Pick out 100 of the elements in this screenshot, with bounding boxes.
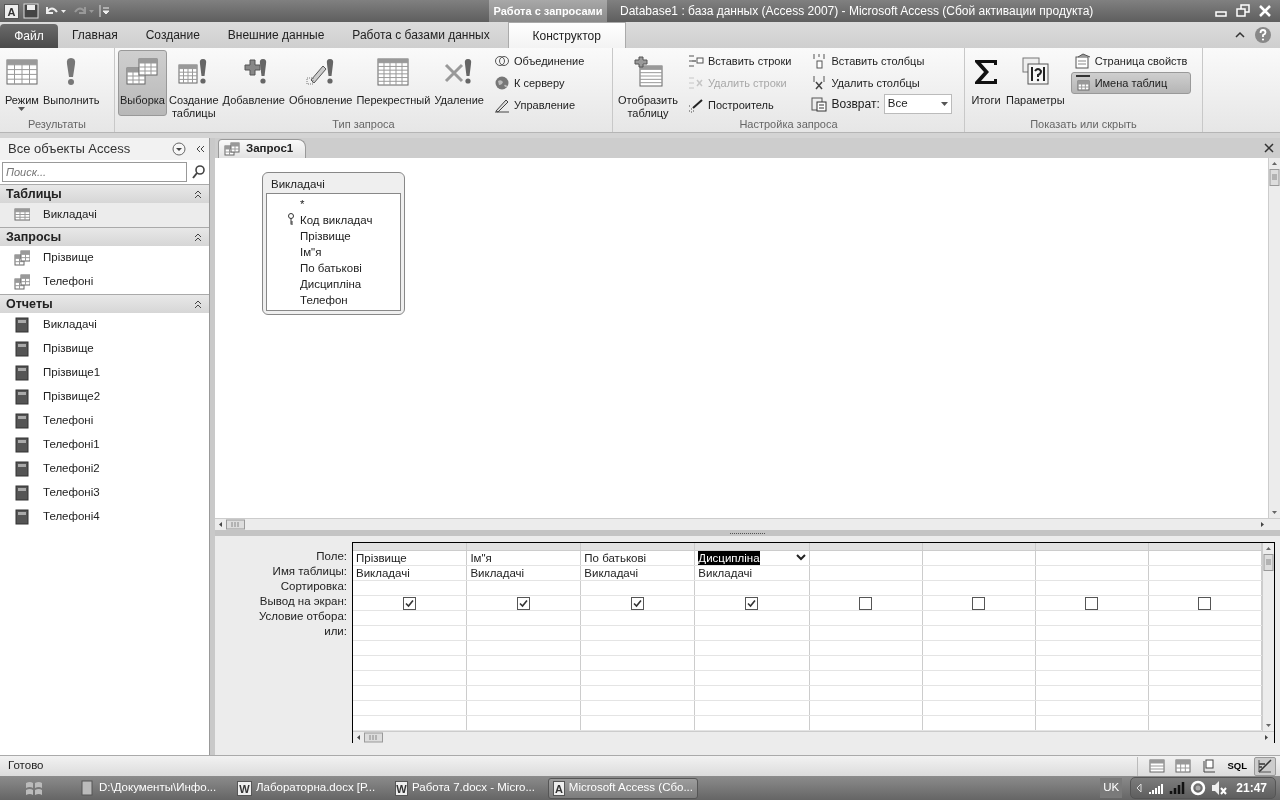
ribbon-button[interactable]: Режим	[3, 50, 41, 116]
scroll-thumb[interactable]	[1263, 554, 1274, 571]
ribbon-button[interactable]: Параметры	[1004, 50, 1067, 116]
document-tab[interactable]: Запрос1	[218, 139, 307, 158]
ribbon-button[interactable]: Страница свойств	[1070, 50, 1192, 72]
ribbon-button[interactable]: К серверу	[489, 72, 589, 94]
circle-icon[interactable]	[1190, 780, 1207, 796]
field-item[interactable]: Код викладач	[267, 212, 400, 228]
ribbon-button[interactable]: Удаление	[432, 50, 486, 116]
scroll-thumb[interactable]	[364, 731, 383, 743]
field-item[interactable]: *	[267, 196, 400, 212]
taskbar-button[interactable]: A Microsoft Access (Сбо...	[548, 777, 698, 799]
taskbar-button[interactable]: W Работа 7.docx - Micro...	[390, 777, 540, 799]
ribbon-button[interactable]: Удалить столбцы	[807, 72, 952, 94]
group-header[interactable]: Таблицы	[0, 184, 209, 203]
app-icon[interactable]: A	[4, 3, 19, 19]
ribbon-button[interactable]: Объединение	[489, 50, 589, 72]
view-button[interactable]: SQL	[1224, 756, 1250, 776]
clock[interactable]: 21:47	[1236, 779, 1267, 797]
checkbox[interactable]	[859, 596, 873, 610]
vertical-scrollbar[interactable]	[1262, 543, 1274, 731]
customize-icon[interactable]	[99, 3, 109, 19]
horizontal-scrollbar[interactable]	[215, 518, 1280, 530]
ribbon-button[interactable]: Управление	[489, 94, 589, 116]
ribbon-button[interactable]: Имена таблиц	[1070, 72, 1192, 94]
ribbon-tab[interactable]: Главная	[58, 22, 132, 48]
nav-item[interactable]: Телефоні1	[0, 433, 209, 457]
nav-item[interactable]: Прізвище1	[0, 361, 209, 385]
ribbon-button[interactable]: Выполнить	[40, 50, 102, 116]
return-dropdown[interactable]: Все	[883, 94, 952, 114]
taskbar-button[interactable]: W Лабораторна.docx [Р...	[232, 777, 382, 799]
nav-item[interactable]: Викладачі	[0, 203, 209, 227]
muted-speaker-icon[interactable]	[1211, 780, 1228, 796]
restore-icon[interactable]	[1236, 4, 1250, 18]
windows-icon	[1019, 56, 1052, 88]
save-icon[interactable]	[23, 3, 39, 19]
nav-item[interactable]: Телефоні3	[0, 481, 209, 505]
ribbon-button[interactable]: Вставить столбцы	[807, 50, 952, 72]
ribbon-tab[interactable]: Работа с базами данных	[338, 22, 504, 48]
view-button[interactable]	[1254, 756, 1276, 776]
start-icon[interactable]	[24, 779, 44, 797]
ribbon-tab[interactable]: Конструктор	[507, 22, 626, 48]
table-cell: Викладачі	[470, 566, 525, 579]
group-header[interactable]: Запросы	[0, 227, 209, 246]
checkbox[interactable]	[403, 596, 417, 610]
list-icon	[811, 96, 828, 112]
close-icon[interactable]	[1264, 143, 1274, 153]
nav-item[interactable]: Телефоні	[0, 409, 209, 433]
table-cell: Викладачі	[698, 566, 753, 579]
checkbox[interactable]	[972, 596, 986, 610]
help-icon[interactable]	[1254, 26, 1272, 44]
field-cell[interactable]: Прізвище	[353, 550, 467, 565]
field-cell[interactable]	[1148, 550, 1262, 565]
nav-item[interactable]: Телефоні4	[0, 505, 209, 529]
ribbon-button[interactable]: Выборка	[118, 50, 167, 116]
nav-item[interactable]: Прізвище2	[0, 385, 209, 409]
field-cell[interactable]: Ім"я	[466, 550, 581, 565]
field-item[interactable]: Ім"я	[267, 244, 400, 260]
group-header[interactable]: Отчеты	[0, 294, 209, 313]
search-field[interactable]: Поиск...	[2, 162, 187, 182]
nav-item[interactable]: Прізвище	[0, 337, 209, 361]
dropdown-circle-icon[interactable]	[172, 142, 186, 156]
signal-icon[interactable]	[1148, 781, 1165, 795]
collapse-pane-icon[interactable]	[195, 144, 205, 154]
scroll-thumb[interactable]	[1269, 169, 1280, 186]
checkbox[interactable]	[517, 596, 531, 610]
field-item[interactable]: Телефон	[267, 292, 400, 308]
ribbon-button[interactable]: Вставить строки	[683, 50, 796, 72]
field-item[interactable]: Прізвище	[267, 228, 400, 244]
field-cell[interactable]	[809, 550, 923, 565]
checkbox[interactable]	[1085, 596, 1099, 610]
nav-item[interactable]: Прізвище	[0, 246, 209, 270]
ribbon-button[interactable]: Построитель	[683, 94, 796, 116]
pivot-chart-icon	[1201, 758, 1218, 774]
ribbon-button[interactable]: Обновление	[286, 50, 355, 116]
taskbar-button[interactable]: D:\Документы\Инфо...	[74, 777, 224, 799]
ribbon-button[interactable]: Перекрестный	[354, 50, 433, 116]
ribbon-tab[interactable]: Внешние данные	[213, 22, 339, 48]
field-item[interactable]: Дисципліна	[267, 276, 400, 292]
tray-expand-icon[interactable]	[1135, 783, 1144, 793]
field-cell[interactable]: По батькові	[580, 550, 695, 565]
ribbon-tab[interactable]: Создание	[131, 22, 214, 48]
checkbox[interactable]	[1198, 596, 1212, 610]
field-item[interactable]: По батькові	[267, 260, 400, 276]
ribbon-button[interactable]: Итоги	[968, 50, 1004, 116]
vertical-scrollbar[interactable]	[1268, 158, 1280, 518]
nav-item[interactable]: Телефоні	[0, 270, 209, 294]
field-cell[interactable]	[1035, 550, 1149, 565]
ribbon-button[interactable]: Добавление	[220, 50, 287, 116]
signal-icon[interactable]	[1169, 781, 1186, 795]
scroll-thumb[interactable]	[226, 519, 245, 530]
checkbox[interactable]	[631, 596, 645, 610]
nav-item[interactable]: Викладачі	[0, 313, 209, 337]
table-field-list[interactable]: Викладачі * Код викладач Прізвище Ім"я По батькові Дисципліна Телефон	[262, 172, 405, 315]
file-tab[interactable]: Файл	[0, 24, 58, 48]
nav-item[interactable]: Телефоні2	[0, 457, 209, 481]
language-indicator[interactable]: UK	[1100, 778, 1123, 798]
checkbox[interactable]	[745, 596, 759, 610]
field-cell[interactable]	[922, 550, 1036, 565]
search-icon[interactable]	[191, 164, 207, 180]
